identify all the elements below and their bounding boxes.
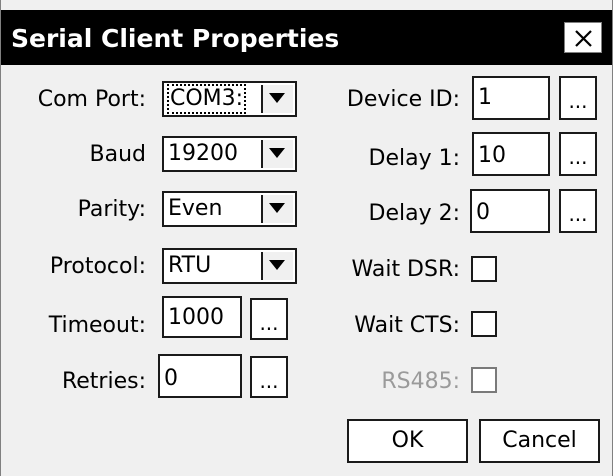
delay2-label: Delay 2: <box>368 201 461 226</box>
wait-dsr-checkbox[interactable] <box>471 256 497 282</box>
wait-cts-checkbox[interactable] <box>471 311 497 337</box>
protocol-dropdown[interactable]: RTU <box>162 248 297 284</box>
triangle-down-icon <box>269 203 285 213</box>
triangle-down-icon <box>269 93 285 103</box>
wait-dsr-label: Wait DSR: <box>351 257 461 282</box>
retries-input[interactable]: 0 <box>158 354 242 398</box>
baud-dropdown[interactable]: 19200 <box>162 136 297 172</box>
retries-browse-button[interactable]: ... <box>250 356 288 398</box>
retries-label: Retries: <box>61 369 146 394</box>
device-id-browse-button[interactable]: ... <box>559 76 597 120</box>
rs485-checkbox <box>471 367 497 393</box>
delay1-browse-button[interactable]: ... <box>559 132 597 176</box>
protocol-label: Protocol: <box>49 254 146 279</box>
close-icon <box>575 30 592 47</box>
parity-label: Parity: <box>77 197 146 222</box>
com-port-label: Com Port: <box>37 87 146 112</box>
timeout-browse-button[interactable]: ... <box>250 298 288 340</box>
ok-button[interactable]: OK <box>347 419 468 463</box>
delay2-input[interactable]: 0 <box>470 189 550 233</box>
baud-value: 19200 <box>168 141 238 166</box>
baud-label: Baud <box>89 142 146 167</box>
com-port-dropdown[interactable]: COM3: <box>162 81 297 117</box>
timeout-input[interactable]: 1000 <box>162 296 242 338</box>
parity-value: Even <box>168 196 223 221</box>
device-id-label: Device ID: <box>346 87 460 112</box>
delay1-input[interactable]: 10 <box>472 132 550 176</box>
com-port-value: COM3: <box>166 84 247 114</box>
delay2-browse-button[interactable]: ... <box>559 189 597 233</box>
protocol-value: RTU <box>168 253 212 278</box>
parity-dropdown[interactable]: Even <box>162 191 297 227</box>
parity-dropdown-button[interactable] <box>261 195 293 223</box>
com-port-dropdown-button[interactable] <box>261 85 293 113</box>
serial-client-properties-dialog: Serial Client Properties Com Port: COM3:… <box>0 0 613 476</box>
close-button[interactable] <box>564 22 602 53</box>
rs485-label: RS485: <box>381 369 460 394</box>
cancel-button[interactable]: Cancel <box>479 419 600 463</box>
protocol-dropdown-button[interactable] <box>261 252 293 280</box>
delay1-label: Delay 1: <box>368 146 461 171</box>
timeout-label: Timeout: <box>48 313 146 338</box>
baud-dropdown-button[interactable] <box>261 140 293 168</box>
title-bar: Serial Client Properties <box>1 10 612 65</box>
dialog-title: Serial Client Properties <box>11 24 340 53</box>
triangle-down-icon <box>269 148 285 158</box>
device-id-input[interactable]: 1 <box>472 76 550 120</box>
wait-cts-label: Wait CTS: <box>354 313 460 338</box>
triangle-down-icon <box>269 260 285 270</box>
